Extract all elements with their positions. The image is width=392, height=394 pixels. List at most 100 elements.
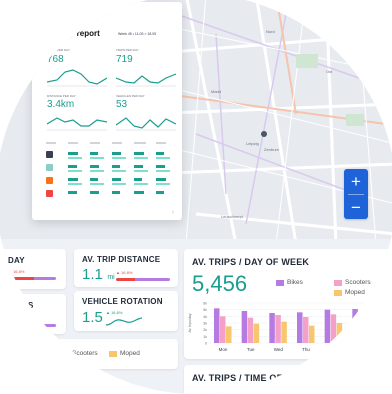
s-card-bar xyxy=(1,324,56,327)
legend-week-scooters: Scooters xyxy=(334,279,371,286)
map-label-4: Ost xyxy=(326,69,333,74)
y-tick-label: 4k xyxy=(203,315,207,319)
metric-value-2: 719 xyxy=(116,54,133,65)
map-label-6: Leuschnerpl. xyxy=(221,214,244,219)
y-tick-label: 5k xyxy=(203,308,207,312)
trips-time-title: AV. TRIPS / TIME OF xyxy=(192,373,283,383)
x-tick-label: Thu xyxy=(302,347,310,352)
legend-week-scooters-label: Scooters xyxy=(345,279,371,286)
brand-logo-icon xyxy=(39,9,47,15)
x-tick-label: Tue xyxy=(247,347,255,352)
bar-bikes-s[interactable] xyxy=(352,309,358,343)
bar-moped-fri[interactable] xyxy=(336,323,343,343)
legend-bikes: Bikes xyxy=(276,279,303,286)
circular-frame: Leipzig Zentrum Markt Ost Nord Leuschner… xyxy=(0,0,392,394)
y-tick-label: 6k xyxy=(203,302,207,306)
bar-moped-s[interactable] xyxy=(364,324,370,343)
legend-week-moped: Moped xyxy=(334,289,365,296)
bar-scooters-tue[interactable] xyxy=(247,317,254,343)
metric-label-3: DISTANCE PER DAY xyxy=(47,94,76,98)
bar-scooters-s[interactable] xyxy=(358,315,364,343)
dashboard-area: DAY ▲ 16.8% S AV. TRIP DISTANCE 1.1 mi ▲… xyxy=(0,239,392,394)
report-table xyxy=(46,142,170,197)
metric-value-4: 53 xyxy=(116,99,128,110)
day-card-delta: ▲ 16.8% xyxy=(8,269,25,274)
y-tick-label: 3k xyxy=(203,322,207,326)
bar-moped-tue[interactable] xyxy=(253,323,260,343)
trips-time-card[interactable]: AV. TRIPS / TIME OF xyxy=(184,365,392,394)
metric-label-4: VEHICLES PER DAY xyxy=(116,94,145,98)
trip-distance-delta: ▲ 16.8% xyxy=(116,270,133,275)
bar-moped-thu[interactable] xyxy=(309,325,315,343)
trip-distance-value: 1.1 xyxy=(82,266,103,283)
y-tick-label: 2k xyxy=(203,328,207,332)
x-tick-label: Wed xyxy=(274,347,284,352)
legend-moped-label: Moped xyxy=(120,350,140,357)
legend-week-moped-label: Moped xyxy=(345,289,365,296)
bar-bikes-thu[interactable] xyxy=(297,312,303,343)
trips-week-chart: 6k 5k 4k 3k 2k 1k 0 Av. trips/day Mon Tue Wed Thu Fr… xyxy=(188,302,376,352)
metric-label-1: RIDES PER DAY xyxy=(47,48,70,52)
day-card-title: DAY xyxy=(8,256,25,265)
report-page-number: 1 xyxy=(172,210,174,214)
legend-card: Scooters Moped xyxy=(0,339,178,369)
metric-chart-4 xyxy=(116,117,176,131)
day-card-bar xyxy=(1,277,56,280)
trip-distance-title: AV. TRIP DISTANCE xyxy=(82,255,161,264)
s-card-title: S xyxy=(28,301,34,310)
vehicle-rotation-value: 1.5 xyxy=(82,309,103,326)
s-card[interactable]: S xyxy=(0,294,66,334)
metric-value-3: 3.4km xyxy=(47,99,75,110)
report-brand: WANOVA xyxy=(39,9,71,15)
vehicle-rotation-card[interactable]: VEHICLE ROTATION 1.5 ▲ 16.8% xyxy=(74,291,178,331)
zoom-control: + − xyxy=(344,169,368,219)
report-week: Week 45 • 11.05 > 18.05 xyxy=(118,32,157,36)
zoom-in-button[interactable]: + xyxy=(344,169,368,194)
metric-chart-3 xyxy=(47,117,107,131)
bar-bikes-fri[interactable] xyxy=(324,309,331,343)
brand-name: WANOVA xyxy=(49,9,72,15)
report-table-row-icons xyxy=(46,151,53,197)
bar-scooters-fri[interactable] xyxy=(330,314,337,343)
day-card[interactable]: DAY ▲ 16.8% xyxy=(0,249,66,289)
y-tick-label: 0 xyxy=(205,342,207,346)
map-label-2: Zentrum xyxy=(264,147,279,152)
bar-bikes-mon[interactable] xyxy=(214,308,220,343)
viewport: Leipzig Zentrum Markt Ost Nord Leuschner… xyxy=(0,0,392,394)
legend-bikes-label: Bikes xyxy=(287,279,303,286)
bar-bikes-wed[interactable] xyxy=(269,313,275,343)
legend-week-scooters-swatch xyxy=(334,279,342,286)
y-tick-label: 1k xyxy=(203,335,207,339)
legend-moped-swatch xyxy=(109,350,117,357)
trip-distance-bar xyxy=(116,278,170,281)
weekly-report[interactable]: WANOVA Weekly report Week 45 • 11.05 > 1… xyxy=(32,2,182,220)
legend-week-moped-swatch xyxy=(334,289,342,296)
bar-moped-mon[interactable] xyxy=(226,326,232,343)
zoom-out-button[interactable]: − xyxy=(344,195,368,220)
map-label-5: Nord xyxy=(266,29,275,34)
legend-bikes-swatch xyxy=(276,279,284,286)
trips-week-title: AV. TRIPS / DAY OF WEEK xyxy=(192,257,310,267)
x-tick-label: Fri xyxy=(331,347,336,352)
metric-chart-2 xyxy=(116,73,176,87)
trips-week-card[interactable]: AV. TRIPS / DAY OF WEEK 5,456 Bikes Scoo… xyxy=(184,249,392,359)
trip-distance-unit: mi xyxy=(107,274,115,281)
map-label-3: Markt xyxy=(211,89,221,94)
trip-distance-value-row: 1.1 mi xyxy=(82,266,115,284)
bar-scooters-thu[interactable] xyxy=(303,317,309,343)
x-tick-label: Mon xyxy=(219,347,228,352)
legend-moped: Moped xyxy=(109,350,140,357)
bar-moped-wed[interactable] xyxy=(281,321,287,343)
metric-chart-1 xyxy=(47,69,107,87)
metric-label-2: TRIPS PER DAY xyxy=(116,48,139,52)
metric-value-1: 768 xyxy=(47,54,64,65)
vehicle-rotation-sparkline xyxy=(106,317,142,326)
bar-scooters-mon[interactable] xyxy=(220,316,226,343)
trip-distance-card[interactable]: AV. TRIP DISTANCE 1.1 mi ▲ 16.8% xyxy=(74,249,178,287)
legend-scooters: Scooters xyxy=(72,350,98,357)
bar-bikes-tue[interactable] xyxy=(241,311,248,343)
bar-scooters-wed[interactable] xyxy=(275,315,281,343)
x-tick-label: S xyxy=(360,347,363,352)
report-title: Weekly report xyxy=(47,29,100,38)
vehicle-rotation-title: VEHICLE ROTATION xyxy=(82,297,163,306)
